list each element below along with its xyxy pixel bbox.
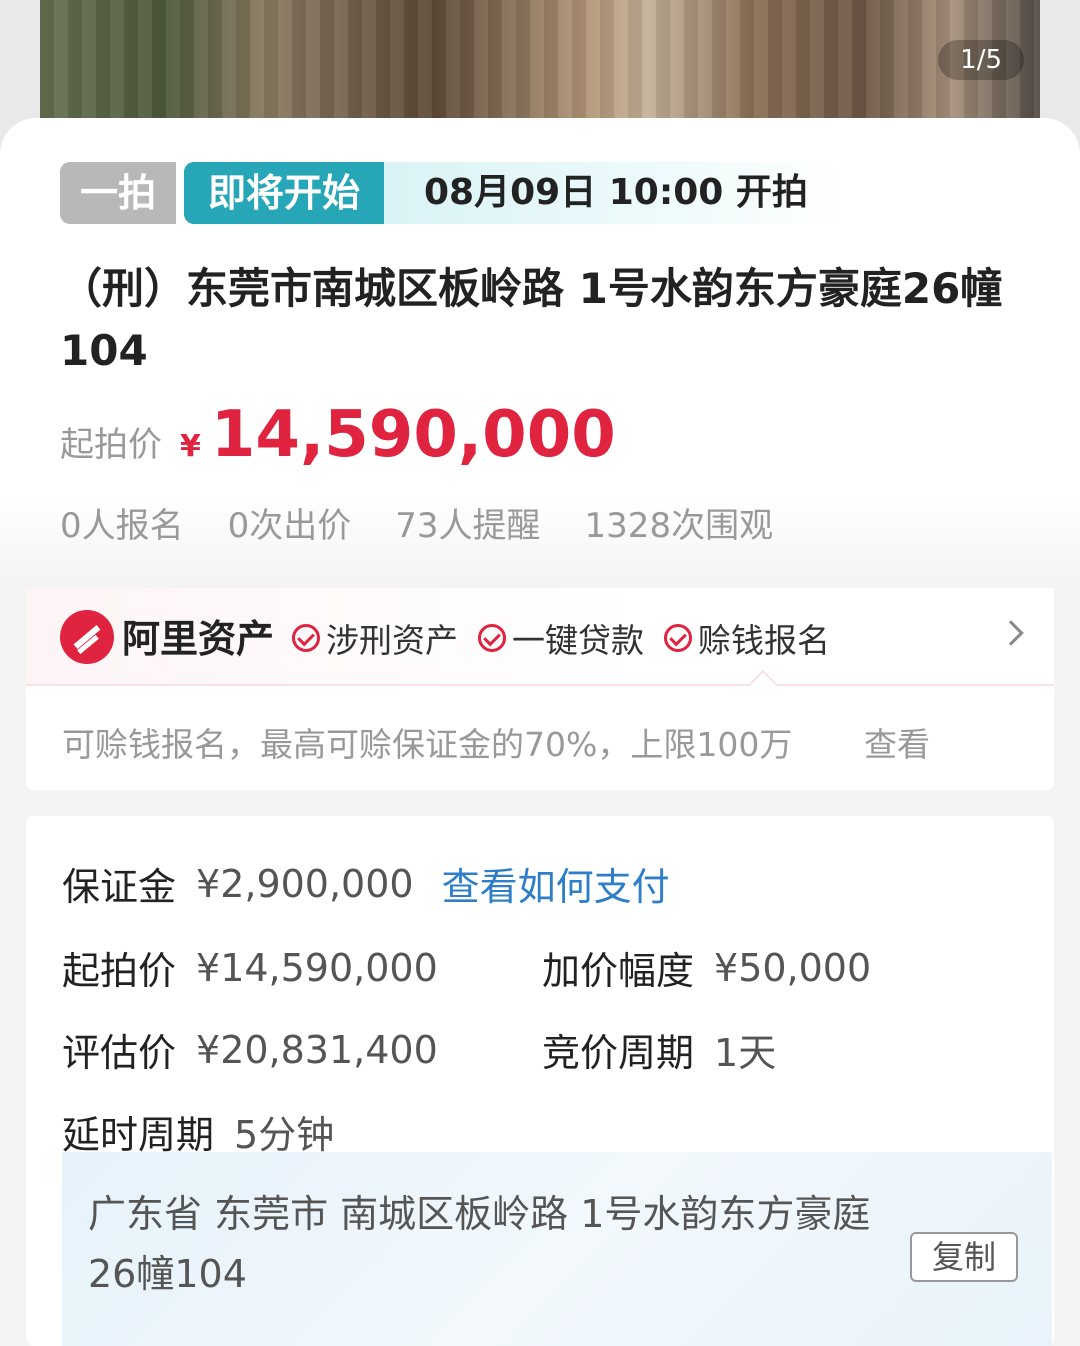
start-price-label: 起拍价 <box>60 425 162 465</box>
copy-address-button[interactable]: 复制 <box>910 1232 1018 1282</box>
check-circle-icon <box>478 624 506 652</box>
start-price-value: 14,590,000 <box>210 398 616 472</box>
tag-label: 赊钱报名 <box>698 621 830 660</box>
stat-reminders: 73人提醒 <box>395 506 541 546</box>
increment-value: ¥50,000 <box>714 945 872 990</box>
auction-details-card: 保证金 ¥2,900,000 查看如何支付 起拍价 ¥14,590,000 加价… <box>26 816 1054 1346</box>
stat-bids: 0次出价 <box>227 506 352 546</box>
tag-credit-signup: 赊钱报名 <box>664 614 830 662</box>
delay-value: 5分钟 <box>234 1113 335 1157</box>
property-title: （刑）东莞市南城区板岭路 1号水韵东方豪庭26幢104 <box>60 264 1003 375</box>
bidding-cycle-row: 竞价周期 1天 <box>542 1022 776 1077</box>
start-time: 08月09日 10:00 开拍 <box>384 162 848 224</box>
start-price-detail-value: ¥14,590,000 <box>196 945 438 990</box>
delay-label: 延时周期 <box>62 1113 215 1157</box>
currency-symbol: ¥ <box>180 429 201 464</box>
ali-assets-logo-icon <box>60 610 114 664</box>
appraisal-label: 评估价 <box>62 1031 177 1075</box>
round-tag: 一拍 <box>60 162 176 224</box>
bidding-cycle-label: 竞价周期 <box>542 1031 695 1075</box>
auction-tag-row: 一拍 即将开始 08月09日 10:00 开拍 <box>60 162 848 224</box>
auction-stats: 0人报名 0次出价 73人提醒 1328次围观 <box>60 498 817 547</box>
check-circle-icon <box>292 624 320 652</box>
ali-assets-header[interactable]: 阿里资产 涉刑资产 一键贷款 赊钱报名 <box>26 588 1054 686</box>
address-box: 广东省 东莞市 南城区板岭路 1号水韵东方豪庭26幢104 复制 <box>62 1152 1052 1346</box>
ali-assets-tags: 涉刑资产 一键贷款 赊钱报名 <box>292 614 850 662</box>
start-price-detail-label: 起拍价 <box>62 949 177 993</box>
bidding-cycle-value: 1天 <box>714 1031 777 1075</box>
how-to-pay-link[interactable]: 查看如何支付 <box>442 856 670 911</box>
property-address: 广东省 东莞市 南城区板岭路 1号水韵东方豪庭26幢104 <box>88 1192 871 1296</box>
deposit-row: 保证金 ¥2,900,000 查看如何支付 <box>62 856 670 911</box>
stat-views: 1328次围观 <box>584 506 774 546</box>
tag-criminal-asset: 涉刑资产 <box>292 614 458 662</box>
tag-label: 一键贷款 <box>512 621 644 660</box>
increment-label: 加价幅度 <box>542 949 695 993</box>
divider <box>26 684 1054 686</box>
status-tag: 即将开始 <box>184 162 384 224</box>
start-price-row: 起拍价 ¥ 14,590,000 <box>60 398 616 478</box>
tag-one-click-loan: 一键贷款 <box>478 614 644 662</box>
appraisal-value: ¥20,831,400 <box>196 1027 438 1072</box>
appraisal-row: 评估价 ¥20,831,400 <box>62 1022 438 1077</box>
photo-counter: 1/5 <box>938 40 1024 80</box>
delay-row: 延时周期 5分钟 <box>62 1104 334 1159</box>
check-circle-icon <box>664 624 692 652</box>
ali-assets-card[interactable]: 阿里资产 涉刑资产 一键贷款 赊钱报名 可赊钱报名，最高可赊保证金的70%，上限… <box>26 588 1054 790</box>
deposit-value: ¥2,900,000 <box>196 861 414 906</box>
chevron-right-icon[interactable] <box>998 620 1024 646</box>
view-link[interactable]: 查看 <box>864 718 930 766</box>
deposit-label: 保证金 <box>62 865 177 909</box>
tag-label: 涉刑资产 <box>326 621 458 660</box>
credit-signup-note: 可赊钱报名，最高可赊保证金的70%，上限100万 <box>62 725 793 764</box>
ali-assets-brand: 阿里资产 <box>122 617 275 661</box>
increment-row: 加价幅度 ¥50,000 <box>542 940 871 995</box>
start-price-detail-row: 起拍价 ¥14,590,000 <box>62 940 438 995</box>
stat-signups: 0人报名 <box>60 506 184 546</box>
